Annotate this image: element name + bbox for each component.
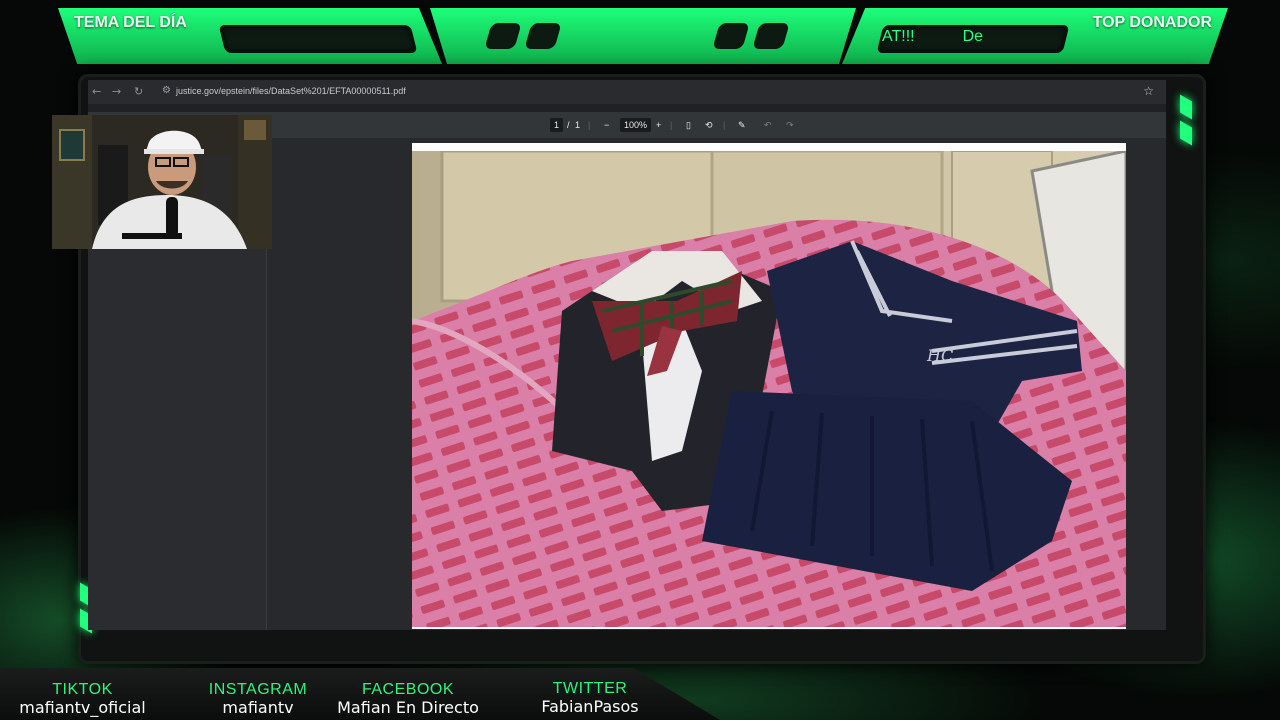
undo-button[interactable]: ↶ bbox=[764, 118, 772, 132]
back-icon[interactable]: ← bbox=[92, 85, 101, 99]
social-tiktok: TIKTOK mafiantv_oficial bbox=[10, 681, 155, 717]
zoom-in-button[interactable]: + bbox=[656, 118, 661, 132]
social-handle: Mafian En Directo bbox=[337, 698, 479, 717]
topic-slot bbox=[218, 25, 418, 53]
webcam-feed bbox=[52, 115, 272, 249]
social-instagram: INSTAGRAM mafiantv bbox=[188, 681, 328, 717]
donor-ticker: AT!!! De bbox=[882, 26, 1060, 48]
annotate-icon[interactable]: ✎ bbox=[738, 118, 746, 132]
reload-icon[interactable]: ↻ bbox=[134, 85, 143, 99]
social-handle: mafiantv bbox=[222, 698, 294, 717]
page-total: 1 bbox=[575, 120, 581, 130]
redo-button[interactable]: ↷ bbox=[786, 118, 794, 132]
zoom-level-input[interactable]: 100% bbox=[620, 118, 652, 132]
document-photo: HC bbox=[412, 151, 1126, 627]
toolbar-divider: | bbox=[670, 120, 673, 130]
site-info-icon[interactable]: ⚙ bbox=[162, 85, 171, 96]
social-handle: FabianPasos bbox=[541, 697, 639, 716]
zoom-out-button[interactable]: − bbox=[604, 118, 609, 132]
stream-top-bar: TEMA DEL DÍA TOP DONADOR AT!!! De bbox=[0, 0, 1280, 72]
bookmark-star-icon[interactable]: ☆ bbox=[1143, 84, 1154, 98]
top-donor-title: TOP DONADOR bbox=[1092, 14, 1212, 31]
url-text[interactable]: justice.gov/epstein/files/DataSet%201/EF… bbox=[176, 86, 406, 96]
social-twitter: TWITTER FabianPasos bbox=[520, 680, 660, 716]
pdf-page: HC bbox=[412, 143, 1126, 629]
fit-page-icon[interactable]: ▯ bbox=[686, 118, 691, 132]
toolbar-divider: | bbox=[588, 120, 591, 130]
social-name: INSTAGRAM bbox=[208, 681, 308, 698]
social-facebook: FACEBOOK Mafian En Directo bbox=[328, 681, 488, 717]
social-name: TWITTER bbox=[552, 680, 628, 697]
ticker-segment: AT!!! bbox=[882, 28, 915, 45]
page-separator: / bbox=[567, 120, 570, 130]
svg-text:HC: HC bbox=[926, 346, 953, 365]
page-number-input[interactable]: 1 bbox=[550, 118, 564, 132]
social-handle: mafiantv_oficial bbox=[19, 698, 146, 717]
social-name: TIKTOK bbox=[52, 681, 113, 698]
forward-icon[interactable]: → bbox=[112, 85, 121, 99]
ticker-segment: De bbox=[962, 28, 984, 45]
social-name: FACEBOOK bbox=[361, 681, 455, 698]
rotate-icon[interactable]: ⟲ bbox=[705, 118, 713, 132]
address-bar: ← → ↻ ⚙ justice.gov/epstein/files/DataSe… bbox=[88, 80, 1166, 104]
topic-title: TEMA DEL DÍA bbox=[74, 14, 187, 31]
toolbar-divider: | bbox=[723, 120, 726, 130]
